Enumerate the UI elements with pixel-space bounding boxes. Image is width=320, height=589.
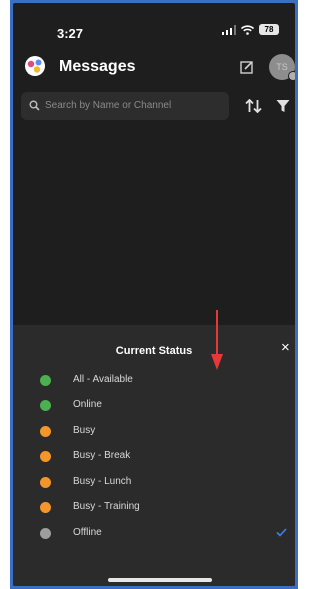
filter-icon[interactable] (276, 99, 290, 113)
chat-bubble-logo-icon (25, 56, 45, 76)
status-option-online[interactable]: Online (13, 393, 295, 418)
annotation-arrow (211, 310, 223, 370)
search-icon (29, 100, 40, 111)
checkmark-icon (276, 528, 287, 537)
sheet-title: Current Status (115, 345, 193, 357)
status-option-label: Offline (73, 527, 102, 538)
presence-dot (288, 71, 295, 81)
wifi-icon (241, 24, 254, 35)
status-dot-orange (40, 451, 51, 462)
sort-icon[interactable] (245, 99, 262, 113)
status-option-busy-break[interactable]: Busy - Break (13, 444, 295, 469)
status-option-label: Online (73, 399, 102, 410)
status-dot-orange (40, 477, 51, 488)
search-input[interactable]: Search by Name or Channel (21, 92, 229, 120)
status-dot-orange (40, 502, 51, 513)
close-icon[interactable]: × (281, 340, 290, 355)
compose-icon[interactable] (240, 60, 254, 74)
messages-header: Messages TS (13, 51, 295, 85)
search-placeholder: Search by Name or Channel (45, 100, 172, 111)
status-sheet: Current Status × All - Available Online … (13, 325, 295, 586)
status-option-label: Busy (73, 425, 96, 436)
status-dot-orange (40, 426, 51, 437)
battery-icon: 78 (259, 24, 279, 35)
status-option-label: Busy - Training (73, 501, 140, 512)
signal-icon (222, 24, 236, 35)
status-option-busy-lunch[interactable]: Busy - Lunch (13, 470, 295, 495)
status-option-offline[interactable]: Offline (13, 521, 295, 546)
status-dot-green (40, 375, 51, 386)
home-indicator (108, 578, 212, 582)
status-option-busy-training[interactable]: Busy - Training (13, 495, 295, 520)
page-title: Messages (59, 58, 136, 75)
status-dot-green (40, 400, 51, 411)
phone-screen: 3:27 78 Messages TS Search by Name or Ch… (13, 3, 295, 586)
status-option-busy[interactable]: Busy (13, 419, 295, 444)
status-option-label: Busy - Break (73, 450, 131, 461)
status-icons: 78 (222, 24, 279, 35)
status-option-label: All - Available (73, 374, 133, 385)
status-time: 3:27 (57, 26, 84, 41)
status-option-all-available[interactable]: All - Available (13, 368, 295, 393)
status-dot-gray (40, 528, 51, 539)
status-option-label: Busy - Lunch (73, 476, 132, 487)
status-bar: 3:27 78 (13, 3, 295, 43)
